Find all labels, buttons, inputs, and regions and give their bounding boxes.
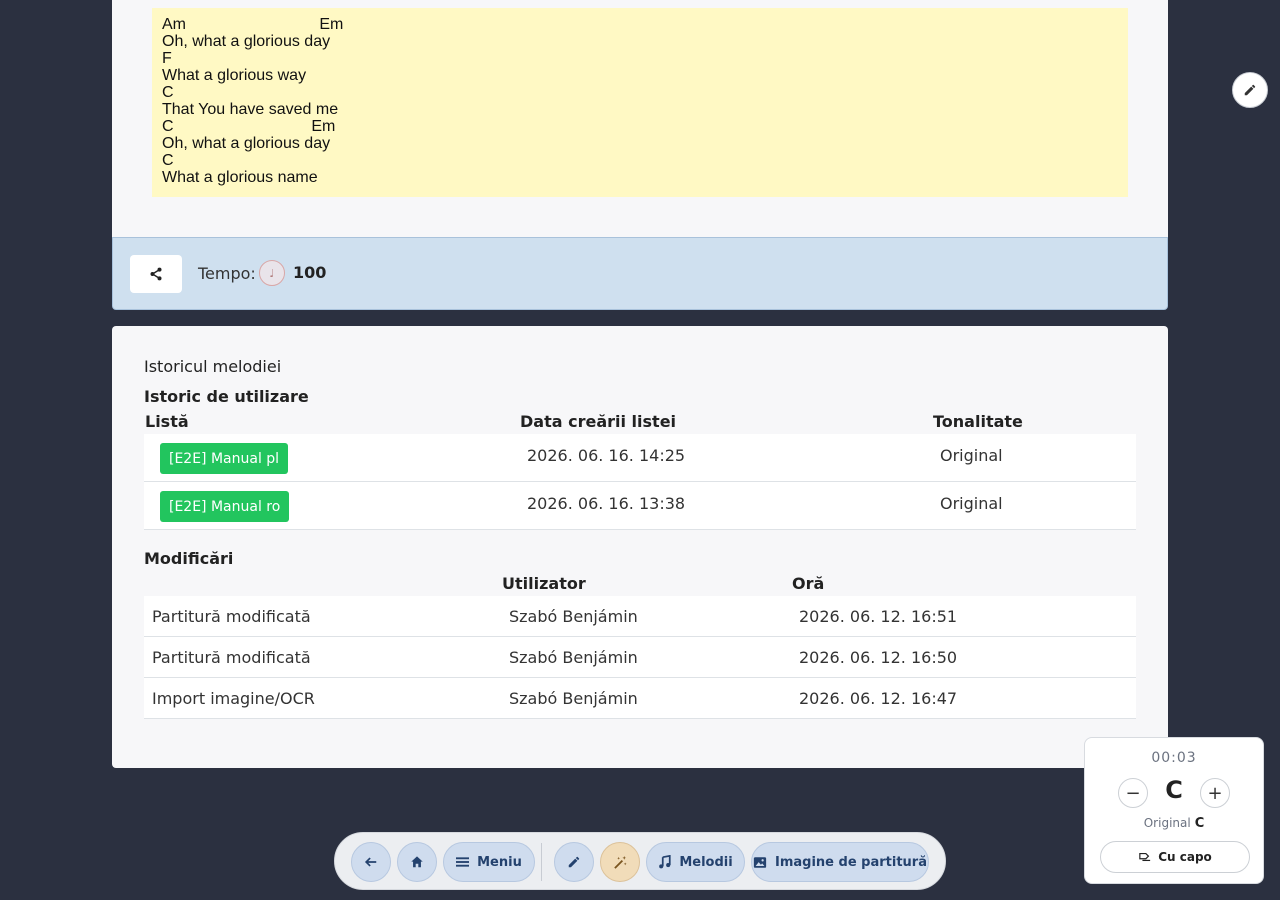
arrow-left-icon <box>364 857 377 867</box>
tempo-bar: Tempo: ♩ 100 <box>112 237 1168 310</box>
change-row: Import imagine/OCR Szabó Benjámin 2026. … <box>144 678 1136 719</box>
song-history-card: Istoricul melodiei Istoric de utilizare … <box>112 326 1168 768</box>
sheet-image-button-label: Imagine de partitură <box>775 854 927 870</box>
change-user: Szabó Benjámin <box>509 648 638 667</box>
menu-button-label: Meniu <box>477 854 522 870</box>
image-icon <box>753 856 767 868</box>
list-tag[interactable]: [E2E] Manual pl <box>160 443 289 474</box>
lyrics-line: What a glorious way <box>162 67 307 84</box>
songs-button[interactable]: Melodii <box>646 842 745 882</box>
usage-row: [E2E] Manual pl 2026. 06. 16. 14:25 Orig… <box>144 434 1136 482</box>
transpose-widget: 00:03 − C + Original C Cu capo <box>1084 737 1264 884</box>
magic-wand-icon <box>613 855 627 869</box>
usage-key: Original <box>940 446 1003 465</box>
change-time: 2026. 06. 12. 16:47 <box>799 689 958 708</box>
lyrics-line: What a glorious name <box>162 169 318 186</box>
capo-button-label: Cu capo <box>1158 850 1212 864</box>
changes-header-user: Utilizator <box>502 574 586 593</box>
history-title: Istoricul melodiei <box>144 357 282 376</box>
metronome-icon[interactable]: ♩ <box>259 260 285 286</box>
menu-button[interactable]: Meniu <box>443 842 535 882</box>
usage-header-date: Data creării listei <box>520 412 677 431</box>
lyrics-line: That You have saved me <box>162 101 339 118</box>
home-icon <box>411 856 423 868</box>
usage-header-key: Tonalitate <box>933 412 1023 431</box>
transpose-up-button[interactable]: + <box>1200 778 1230 808</box>
lyrics-line: C Em <box>162 118 336 135</box>
tempo-value: 100 <box>293 263 327 282</box>
timer: 00:03 <box>1151 750 1197 766</box>
capo-icon <box>1139 852 1151 862</box>
pencil-icon <box>568 856 580 868</box>
usage-header-list: Listă <box>145 412 189 431</box>
lyrics-card: Am Em Oh, what a glorious day F What a g… <box>112 0 1168 237</box>
change-action: Partitură modificată <box>152 648 311 667</box>
current-key: C <box>1165 776 1183 804</box>
edit-song-button[interactable] <box>554 842 594 882</box>
original-key-label: Original <box>1143 816 1191 830</box>
change-user: Szabó Benjámin <box>509 689 638 708</box>
pencil-icon <box>1244 84 1256 96</box>
toolbar-divider <box>541 843 542 881</box>
usage-key: Original <box>940 494 1003 513</box>
list-tag[interactable]: [E2E] Manual ro <box>160 491 290 522</box>
tempo-label: Tempo: <box>198 264 256 283</box>
usage-date: 2026. 06. 16. 14:25 <box>527 446 686 465</box>
change-action: Import imagine/OCR <box>152 689 315 708</box>
magic-wand-button[interactable] <box>600 842 640 882</box>
lyrics-line: C <box>162 84 174 101</box>
sheet-image-button[interactable]: Imagine de partitură <box>751 842 929 882</box>
capo-button[interactable]: Cu capo <box>1100 841 1250 873</box>
songs-button-label: Melodii <box>679 854 733 870</box>
change-time: 2026. 06. 12. 16:50 <box>799 648 958 667</box>
usage-history-title: Istoric de utilizare <box>144 387 309 406</box>
lyrics-line: Oh, what a glorious day <box>162 135 331 152</box>
music-note-icon <box>659 855 671 869</box>
change-user: Szabó Benjámin <box>509 607 638 626</box>
change-time: 2026. 06. 12. 16:51 <box>799 607 958 626</box>
lyrics-line: Am Em <box>162 16 344 33</box>
lyrics-line: F <box>162 50 172 67</box>
lyrics-box: Am Em Oh, what a glorious day F What a g… <box>152 8 1128 197</box>
bottom-toolbar: Meniu Melodii Imagine de partitură <box>334 832 946 890</box>
changes-header-time: Oră <box>792 574 825 593</box>
share-button[interactable] <box>130 255 182 293</box>
back-button[interactable] <box>351 842 391 882</box>
home-button[interactable] <box>397 842 437 882</box>
usage-date: 2026. 06. 16. 13:38 <box>527 494 686 513</box>
changes-title: Modificări <box>144 549 234 568</box>
usage-row: [E2E] Manual ro 2026. 06. 16. 13:38 Orig… <box>144 482 1136 530</box>
lyrics-line: Oh, what a glorious day <box>162 33 331 50</box>
edit-button[interactable] <box>1232 72 1268 108</box>
original-key: Original C <box>1085 816 1263 831</box>
change-action: Partitură modificată <box>152 607 311 626</box>
change-row: Partitură modificată Szabó Benjámin 2026… <box>144 637 1136 678</box>
original-key-value: C <box>1194 816 1205 831</box>
lyrics-line: C <box>162 152 174 169</box>
hamburger-icon <box>456 857 470 867</box>
share-icon <box>150 267 162 281</box>
change-row: Partitură modificată Szabó Benjámin 2026… <box>144 596 1136 637</box>
